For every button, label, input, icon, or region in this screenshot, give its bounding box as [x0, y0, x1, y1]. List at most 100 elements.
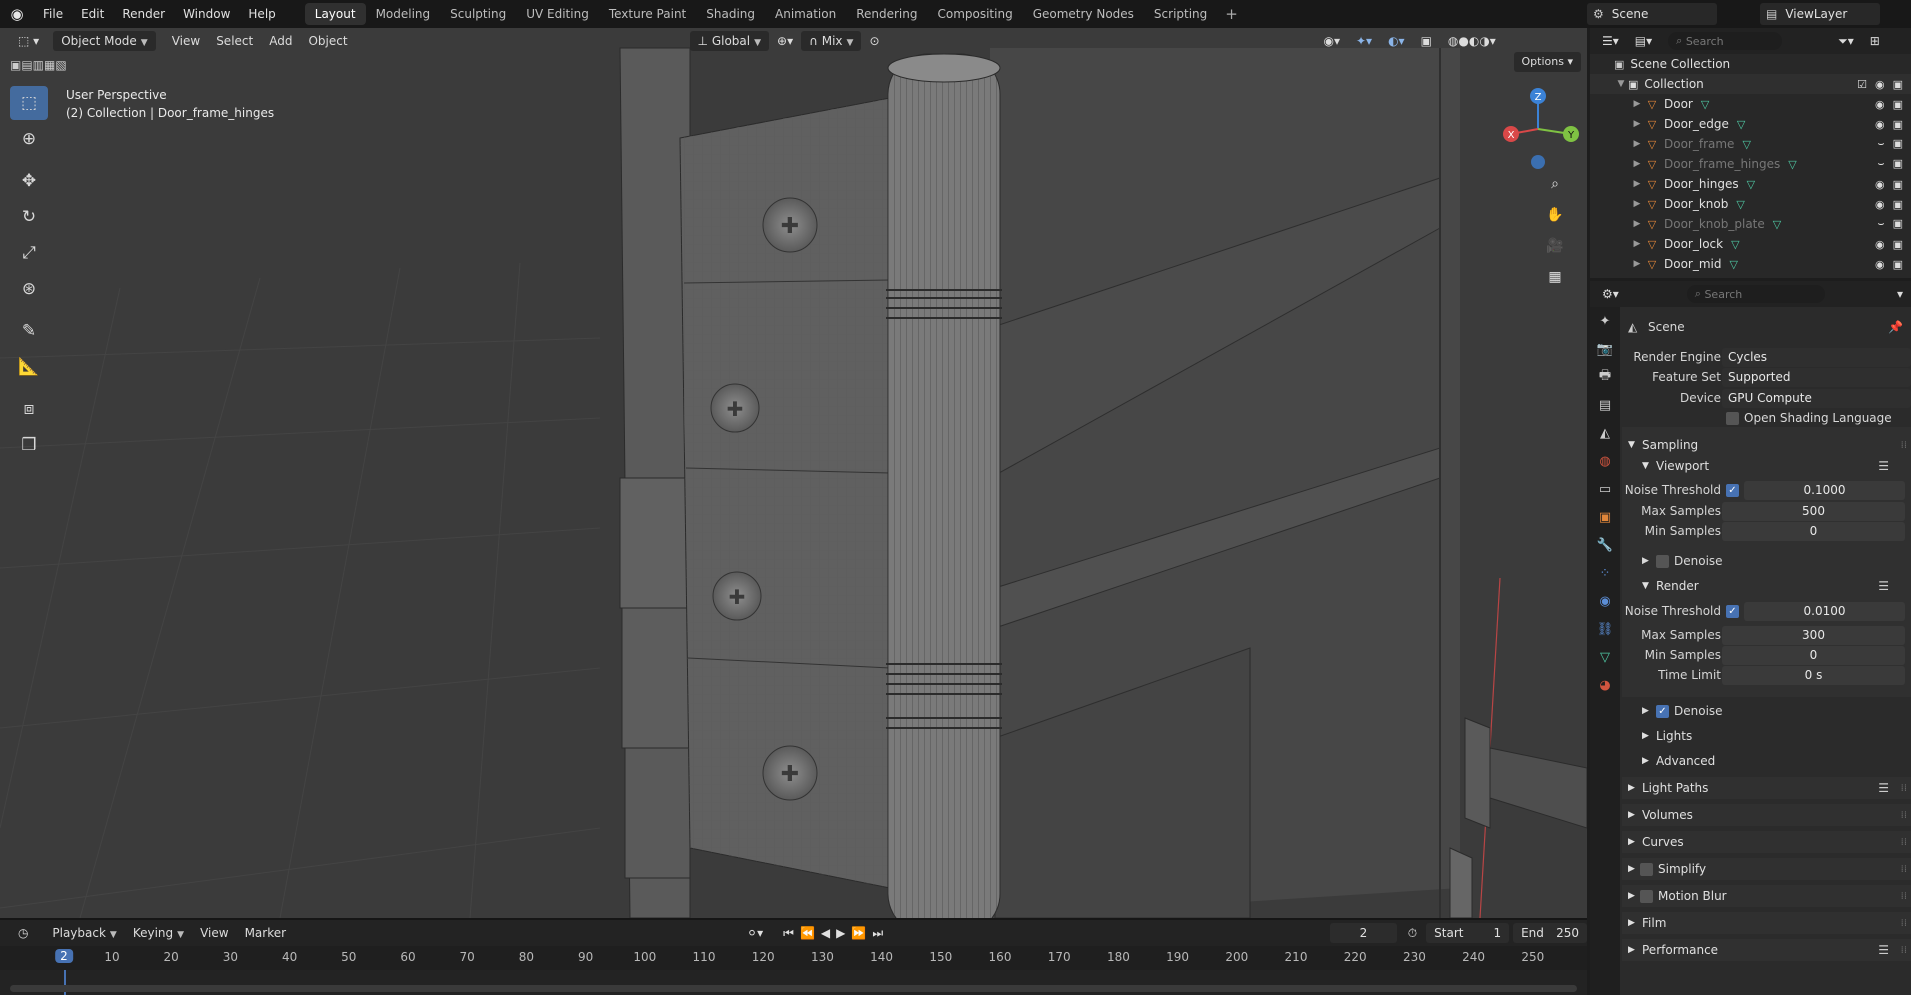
current-frame-marker[interactable]: 2: [55, 949, 73, 963]
move-tool-icon[interactable]: ✥: [10, 164, 48, 198]
proportional-editing-icon[interactable]: ⊙: [861, 31, 887, 51]
menu-help[interactable]: Help: [239, 3, 284, 25]
outliner-object-row[interactable]: ▶ ▽ Door_hinges ▽ ◉ ▣: [1590, 174, 1911, 194]
options-dropdown[interactable]: Options ▾: [1513, 52, 1581, 72]
render-min-samples-field[interactable]: 0: [1722, 645, 1905, 665]
transform-tool-icon[interactable]: ⊛: [10, 272, 48, 306]
tab-modeling[interactable]: Modeling: [366, 3, 441, 25]
blender-logo-icon[interactable]: ◉: [0, 0, 34, 28]
checkbox-icon[interactable]: ☑: [1857, 78, 1867, 91]
tab-compositing[interactable]: Compositing: [927, 3, 1022, 25]
chevron-right-icon[interactable]: ▶: [1630, 159, 1644, 169]
drag-handle-icon[interactable]: ⁞⁞: [1901, 891, 1907, 902]
outliner-object-row[interactable]: ▶ ▽ Door_edge ▽ ◉ ▣: [1590, 114, 1911, 134]
current-frame-field[interactable]: 2: [1330, 923, 1397, 943]
navigation-gizmo[interactable]: Z Y X: [1493, 84, 1583, 174]
motion-blur-checkbox[interactable]: [1640, 889, 1653, 903]
menu-window[interactable]: Window: [174, 3, 239, 25]
presets-list-icon[interactable]: ☰: [1878, 459, 1889, 473]
render-noise-threshold-field[interactable]: 0.0100: [1744, 601, 1905, 621]
camera-icon[interactable]: ▣: [1893, 118, 1903, 131]
chevron-down-icon[interactable]: ▼: [1614, 79, 1628, 89]
tab-shading[interactable]: Shading: [696, 3, 765, 25]
start-frame-field[interactable]: Start 1: [1426, 923, 1510, 943]
eye-icon[interactable]: ◉: [1875, 198, 1885, 211]
object-visibility[interactable]: ◉ ▣: [1875, 178, 1903, 191]
xray-icon[interactable]: ▣: [1413, 31, 1440, 51]
tab-uv-editing[interactable]: UV Editing: [516, 3, 599, 25]
outliner-object-row[interactable]: ▶ ▽ Door_mid ▽ ◉ ▣: [1590, 254, 1911, 274]
filter-icon[interactable]: ⏷▾: [1830, 31, 1862, 51]
eye-icon[interactable]: ◉: [1875, 98, 1885, 111]
menu-object[interactable]: Object: [300, 31, 355, 51]
collection-tab-icon[interactable]: ▭: [1590, 475, 1620, 503]
eye-icon[interactable]: ◉: [1875, 78, 1885, 91]
menu-add[interactable]: Add: [261, 31, 300, 51]
viewport-subpanel-header[interactable]: ▼ Viewport ☰: [1622, 456, 1911, 476]
tab-scripting[interactable]: Scripting: [1144, 3, 1217, 25]
outliner-object-row[interactable]: ▶ ▽ Door_knob ▽ ◉ ▣: [1590, 194, 1911, 214]
osl-checkbox[interactable]: [1726, 411, 1739, 425]
perspective-toggle-icon[interactable]: ▦: [1541, 263, 1569, 291]
material-tab-icon[interactable]: ◕: [1590, 671, 1620, 699]
editor-type-icon[interactable]: ⬚ ▾: [10, 31, 47, 51]
output-tab-icon[interactable]: 🖶: [1590, 363, 1620, 391]
object-visibility[interactable]: ⌣ ▣: [1877, 157, 1903, 171]
curves-header[interactable]: ▶ Curves ⁞⁞: [1622, 832, 1911, 852]
constraints-tab-icon[interactable]: ⛓: [1590, 615, 1620, 643]
view-layer-tab-icon[interactable]: ▤: [1590, 391, 1620, 419]
menu-marker[interactable]: Marker: [237, 923, 294, 943]
menu-select[interactable]: Select: [208, 31, 261, 51]
data-tab-icon[interactable]: ▽: [1590, 643, 1620, 671]
display-mode-icon[interactable]: ▤▾: [1627, 31, 1660, 51]
camera-icon[interactable]: ▣: [1893, 137, 1903, 151]
menu-playback[interactable]: Playback ▼: [44, 923, 124, 943]
time-limit-field[interactable]: 0 s: [1722, 665, 1905, 685]
eye-icon[interactable]: ⌣: [1877, 157, 1884, 171]
mesh-data-icon[interactable]: ▽: [1701, 98, 1709, 111]
menu-timeline-view[interactable]: View: [192, 923, 236, 943]
world-tab-icon[interactable]: ◍: [1590, 447, 1620, 475]
gizmo-toggle-icon[interactable]: ✦▾: [1348, 31, 1380, 51]
snap-dropdown[interactable]: ∩ Mix ▼: [801, 31, 862, 51]
visibility-icon[interactable]: ◉▾: [1316, 31, 1349, 51]
eye-icon[interactable]: ◉: [1875, 238, 1885, 251]
chevron-right-icon[interactable]: ▶: [1630, 99, 1644, 109]
tab-rendering[interactable]: Rendering: [846, 3, 927, 25]
particles-tab-icon[interactable]: ⁘: [1590, 559, 1620, 587]
add-workspace-icon[interactable]: +: [1217, 5, 1246, 23]
viewport-denoise-checkbox[interactable]: [1656, 554, 1669, 568]
jump-start-icon[interactable]: ⏮: [780, 926, 797, 941]
volumes-header[interactable]: ▶ Volumes ⁞⁞: [1622, 805, 1911, 825]
mesh-data-icon[interactable]: ▽: [1788, 158, 1796, 171]
jump-keyframe-forward-icon[interactable]: ⏩: [848, 926, 869, 940]
select-mode-icons[interactable]: ▣▤▥▦▧: [10, 58, 67, 72]
chevron-right-icon[interactable]: ▶: [1630, 259, 1644, 269]
view-layer-selector[interactable]: ▤ ViewLayer: [1760, 3, 1880, 25]
simplify-header[interactable]: ▶ Simplify ⁞⁞: [1622, 859, 1911, 879]
chevron-right-icon[interactable]: ▶: [1630, 139, 1644, 149]
chevron-down-icon[interactable]: ▾: [1889, 284, 1911, 304]
scene-selector[interactable]: ⚙ Scene: [1587, 3, 1717, 25]
presets-list-icon[interactable]: ☰: [1878, 943, 1889, 957]
overlays-icon[interactable]: ◐▾: [1380, 31, 1413, 51]
viewport-noise-threshold-checkbox[interactable]: ✓: [1726, 483, 1739, 497]
rotate-tool-icon[interactable]: ↻: [10, 200, 48, 234]
lights-subpanel[interactable]: ▶ Lights: [1622, 726, 1911, 746]
transform-orientation-dropdown[interactable]: ⊥ Global ▼: [689, 31, 770, 51]
scene-collection-row[interactable]: ▣ Scene Collection: [1590, 54, 1911, 74]
play-reverse-icon[interactable]: ◀: [818, 926, 833, 940]
play-icon[interactable]: ▶: [833, 926, 848, 940]
camera-icon[interactable]: ▣: [1893, 98, 1903, 111]
render-noise-threshold-checkbox[interactable]: ✓: [1726, 604, 1739, 618]
tab-texture-paint[interactable]: Texture Paint: [599, 3, 696, 25]
menu-file[interactable]: File: [34, 3, 72, 25]
drag-handle-icon[interactable]: ⁞⁞: [1901, 918, 1907, 929]
mesh-data-icon[interactable]: ▽: [1737, 118, 1745, 131]
advanced-subpanel[interactable]: ▶ Advanced: [1622, 751, 1911, 771]
physics-tab-icon[interactable]: ◉: [1590, 587, 1620, 615]
feature-set-dropdown[interactable]: Supported: [1722, 367, 1911, 387]
object-visibility[interactable]: ⌣ ▣: [1877, 137, 1903, 151]
modifier-tab-icon[interactable]: 🔧: [1590, 531, 1620, 559]
tab-sculpting[interactable]: Sculpting: [440, 3, 516, 25]
